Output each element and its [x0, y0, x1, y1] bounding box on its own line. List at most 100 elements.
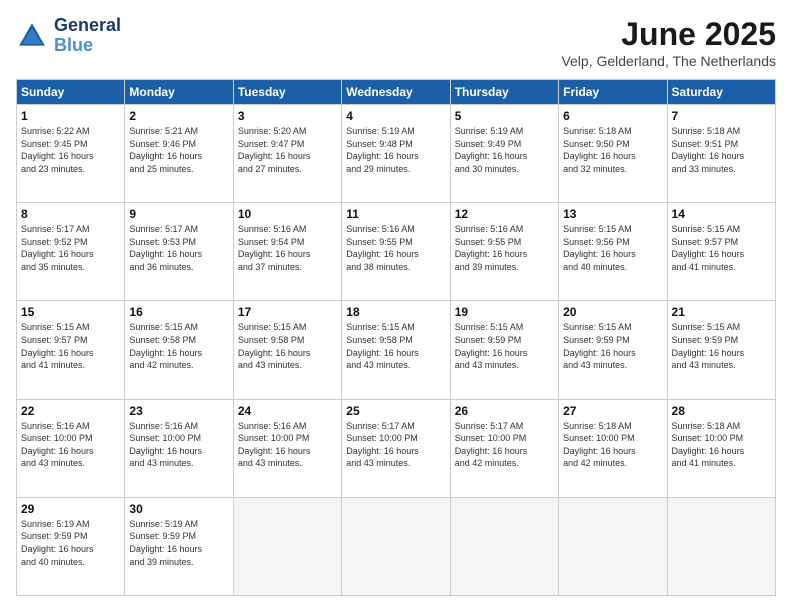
- day-number: 26: [455, 404, 554, 418]
- calendar-cell: 30 Sunrise: 5:19 AMSunset: 9:59 PMDaylig…: [125, 497, 233, 595]
- day-number: 5: [455, 109, 554, 123]
- calendar: Sunday Monday Tuesday Wednesday Thursday…: [16, 79, 776, 596]
- day-info: Sunrise: 5:15 AMSunset: 9:58 PMDaylight:…: [238, 321, 337, 371]
- day-number: 27: [563, 404, 662, 418]
- day-info: Sunrise: 5:16 AMSunset: 9:55 PMDaylight:…: [346, 223, 445, 273]
- day-info: Sunrise: 5:15 AMSunset: 9:58 PMDaylight:…: [346, 321, 445, 371]
- calendar-cell: 10 Sunrise: 5:16 AMSunset: 9:54 PMDaylig…: [233, 203, 341, 301]
- day-info: Sunrise: 5:17 AMSunset: 10:00 PMDaylight…: [455, 420, 554, 470]
- calendar-cell: [342, 497, 450, 595]
- day-info: Sunrise: 5:16 AMSunset: 9:55 PMDaylight:…: [455, 223, 554, 273]
- day-info: Sunrise: 5:19 AMSunset: 9:49 PMDaylight:…: [455, 125, 554, 175]
- calendar-cell: 7 Sunrise: 5:18 AMSunset: 9:51 PMDayligh…: [667, 105, 775, 203]
- header-sunday: Sunday: [17, 80, 125, 105]
- day-number: 28: [672, 404, 771, 418]
- day-number: 15: [21, 305, 120, 319]
- calendar-cell: 26 Sunrise: 5:17 AMSunset: 10:00 PMDayli…: [450, 399, 558, 497]
- calendar-row: 1 Sunrise: 5:22 AMSunset: 9:45 PMDayligh…: [17, 105, 776, 203]
- header-friday: Friday: [559, 80, 667, 105]
- title-block: June 2025 Velp, Gelderland, The Netherla…: [561, 16, 776, 69]
- calendar-cell: 29 Sunrise: 5:19 AMSunset: 9:59 PMDaylig…: [17, 497, 125, 595]
- calendar-cell: 6 Sunrise: 5:18 AMSunset: 9:50 PMDayligh…: [559, 105, 667, 203]
- calendar-cell: [559, 497, 667, 595]
- day-number: 29: [21, 502, 120, 516]
- calendar-cell: 3 Sunrise: 5:20 AMSunset: 9:47 PMDayligh…: [233, 105, 341, 203]
- day-number: 11: [346, 207, 445, 221]
- day-number: 16: [129, 305, 228, 319]
- day-info: Sunrise: 5:17 AMSunset: 9:52 PMDaylight:…: [21, 223, 120, 273]
- day-info: Sunrise: 5:15 AMSunset: 9:57 PMDaylight:…: [21, 321, 120, 371]
- day-info: Sunrise: 5:18 AMSunset: 10:00 PMDaylight…: [672, 420, 771, 470]
- calendar-cell: 14 Sunrise: 5:15 AMSunset: 9:57 PMDaylig…: [667, 203, 775, 301]
- logo-icon: [16, 20, 48, 52]
- day-info: Sunrise: 5:16 AMSunset: 9:54 PMDaylight:…: [238, 223, 337, 273]
- header-saturday: Saturday: [667, 80, 775, 105]
- calendar-cell: 20 Sunrise: 5:15 AMSunset: 9:59 PMDaylig…: [559, 301, 667, 399]
- day-info: Sunrise: 5:18 AMSunset: 10:00 PMDaylight…: [563, 420, 662, 470]
- day-number: 8: [21, 207, 120, 221]
- calendar-cell: 15 Sunrise: 5:15 AMSunset: 9:57 PMDaylig…: [17, 301, 125, 399]
- calendar-cell: 2 Sunrise: 5:21 AMSunset: 9:46 PMDayligh…: [125, 105, 233, 203]
- day-info: Sunrise: 5:19 AMSunset: 9:59 PMDaylight:…: [129, 518, 228, 568]
- calendar-cell: 5 Sunrise: 5:19 AMSunset: 9:49 PMDayligh…: [450, 105, 558, 203]
- day-number: 13: [563, 207, 662, 221]
- calendar-cell: 28 Sunrise: 5:18 AMSunset: 10:00 PMDayli…: [667, 399, 775, 497]
- day-number: 10: [238, 207, 337, 221]
- calendar-cell: 12 Sunrise: 5:16 AMSunset: 9:55 PMDaylig…: [450, 203, 558, 301]
- calendar-cell: [667, 497, 775, 595]
- calendar-cell: [450, 497, 558, 595]
- day-info: Sunrise: 5:17 AMSunset: 10:00 PMDaylight…: [346, 420, 445, 470]
- day-info: Sunrise: 5:15 AMSunset: 9:58 PMDaylight:…: [129, 321, 228, 371]
- day-number: 20: [563, 305, 662, 319]
- day-info: Sunrise: 5:19 AMSunset: 9:48 PMDaylight:…: [346, 125, 445, 175]
- day-number: 9: [129, 207, 228, 221]
- day-number: 23: [129, 404, 228, 418]
- calendar-cell: 27 Sunrise: 5:18 AMSunset: 10:00 PMDayli…: [559, 399, 667, 497]
- day-info: Sunrise: 5:20 AMSunset: 9:47 PMDaylight:…: [238, 125, 337, 175]
- day-number: 6: [563, 109, 662, 123]
- day-info: Sunrise: 5:15 AMSunset: 9:56 PMDaylight:…: [563, 223, 662, 273]
- calendar-cell: 23 Sunrise: 5:16 AMSunset: 10:00 PMDayli…: [125, 399, 233, 497]
- calendar-cell: 11 Sunrise: 5:16 AMSunset: 9:55 PMDaylig…: [342, 203, 450, 301]
- calendar-row: 8 Sunrise: 5:17 AMSunset: 9:52 PMDayligh…: [17, 203, 776, 301]
- calendar-cell: 9 Sunrise: 5:17 AMSunset: 9:53 PMDayligh…: [125, 203, 233, 301]
- calendar-row: 29 Sunrise: 5:19 AMSunset: 9:59 PMDaylig…: [17, 497, 776, 595]
- page: General Blue June 2025 Velp, Gelderland,…: [0, 0, 792, 612]
- day-number: 7: [672, 109, 771, 123]
- calendar-cell: 18 Sunrise: 5:15 AMSunset: 9:58 PMDaylig…: [342, 301, 450, 399]
- calendar-cell: [233, 497, 341, 595]
- header-monday: Monday: [125, 80, 233, 105]
- day-info: Sunrise: 5:18 AMSunset: 9:50 PMDaylight:…: [563, 125, 662, 175]
- calendar-cell: 4 Sunrise: 5:19 AMSunset: 9:48 PMDayligh…: [342, 105, 450, 203]
- day-number: 4: [346, 109, 445, 123]
- day-info: Sunrise: 5:15 AMSunset: 9:59 PMDaylight:…: [563, 321, 662, 371]
- day-number: 2: [129, 109, 228, 123]
- day-number: 14: [672, 207, 771, 221]
- calendar-cell: 22 Sunrise: 5:16 AMSunset: 10:00 PMDayli…: [17, 399, 125, 497]
- calendar-cell: 17 Sunrise: 5:15 AMSunset: 9:58 PMDaylig…: [233, 301, 341, 399]
- calendar-cell: 13 Sunrise: 5:15 AMSunset: 9:56 PMDaylig…: [559, 203, 667, 301]
- day-info: Sunrise: 5:17 AMSunset: 9:53 PMDaylight:…: [129, 223, 228, 273]
- day-info: Sunrise: 5:21 AMSunset: 9:46 PMDaylight:…: [129, 125, 228, 175]
- day-info: Sunrise: 5:15 AMSunset: 9:57 PMDaylight:…: [672, 223, 771, 273]
- header-tuesday: Tuesday: [233, 80, 341, 105]
- day-number: 19: [455, 305, 554, 319]
- day-number: 21: [672, 305, 771, 319]
- month-title: June 2025: [561, 16, 776, 53]
- calendar-cell: 8 Sunrise: 5:17 AMSunset: 9:52 PMDayligh…: [17, 203, 125, 301]
- location: Velp, Gelderland, The Netherlands: [561, 53, 776, 69]
- calendar-cell: 16 Sunrise: 5:15 AMSunset: 9:58 PMDaylig…: [125, 301, 233, 399]
- header-wednesday: Wednesday: [342, 80, 450, 105]
- day-number: 12: [455, 207, 554, 221]
- weekday-header-row: Sunday Monday Tuesday Wednesday Thursday…: [17, 80, 776, 105]
- day-number: 1: [21, 109, 120, 123]
- day-info: Sunrise: 5:15 AMSunset: 9:59 PMDaylight:…: [455, 321, 554, 371]
- day-number: 17: [238, 305, 337, 319]
- day-info: Sunrise: 5:19 AMSunset: 9:59 PMDaylight:…: [21, 518, 120, 568]
- day-info: Sunrise: 5:15 AMSunset: 9:59 PMDaylight:…: [672, 321, 771, 371]
- calendar-cell: 21 Sunrise: 5:15 AMSunset: 9:59 PMDaylig…: [667, 301, 775, 399]
- day-number: 22: [21, 404, 120, 418]
- day-info: Sunrise: 5:18 AMSunset: 9:51 PMDaylight:…: [672, 125, 771, 175]
- day-info: Sunrise: 5:16 AMSunset: 10:00 PMDaylight…: [129, 420, 228, 470]
- calendar-cell: 24 Sunrise: 5:16 AMSunset: 10:00 PMDayli…: [233, 399, 341, 497]
